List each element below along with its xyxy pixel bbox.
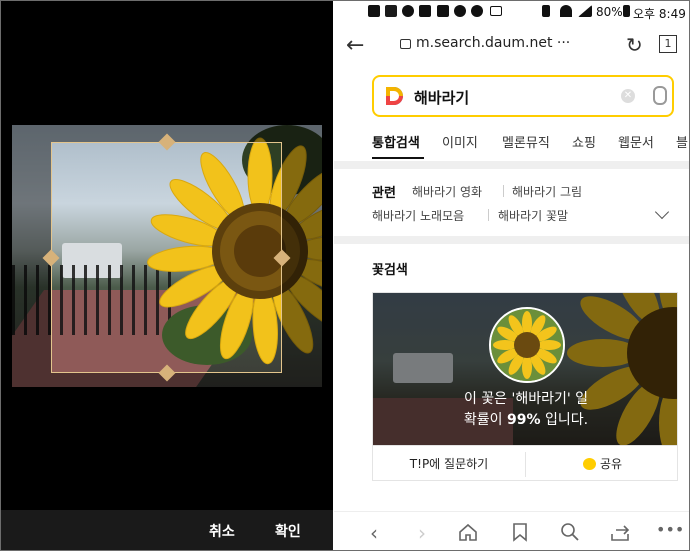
app-icon — [402, 5, 414, 17]
related-item[interactable]: 해바라기 꽃말 — [498, 207, 568, 224]
card-actions: T!P에 질문하기 공유 — [373, 445, 677, 480]
clock: 오후 8:49 — [633, 7, 686, 21]
app-icon — [454, 5, 466, 17]
url-text[interactable]: m.search.daum.net ··· — [416, 35, 570, 51]
lock-icon — [400, 39, 411, 49]
browser-panel: 80% 오후 8:49 ← m.search.daum.net ··· ↻ 1 … — [334, 1, 689, 550]
crop-action-bar: 취소 확인 — [1, 510, 333, 550]
result-percent: 99% — [507, 412, 541, 428]
tab-web-documents[interactable]: 웹문서 — [618, 132, 654, 151]
flower-search-title: 꽃검색 — [372, 263, 408, 278]
share-button[interactable]: 공유 — [526, 446, 677, 480]
search-icon[interactable] — [560, 522, 580, 542]
vibrate-icon — [542, 5, 550, 17]
app-icon — [437, 5, 449, 17]
wifi-icon — [560, 5, 572, 17]
result-prefix: 확률이 — [463, 412, 508, 428]
clear-icon[interactable]: ✕ — [621, 89, 635, 103]
related-divider — [488, 209, 489, 221]
flower-result-image: 이 꽃은 '해바라기' 일 확률이 99% 입니다. — [373, 293, 677, 445]
app-icon — [471, 5, 483, 17]
crop-frame[interactable] — [51, 142, 282, 373]
battery-icon — [623, 5, 630, 17]
refresh-icon[interactable]: ↻ — [626, 33, 643, 57]
tab-blog[interactable]: 블 — [676, 132, 688, 151]
result-suffix: 입니다. — [540, 412, 589, 428]
signal-icon — [578, 5, 592, 17]
mail-icon — [490, 6, 502, 16]
tabs-count-button[interactable]: 1 — [659, 35, 677, 53]
microphone-icon[interactable] — [653, 86, 667, 105]
ask-tip-button[interactable]: T!P에 질문하기 — [373, 446, 525, 480]
notification-icon — [368, 5, 380, 17]
flower-result-card: 이 꽃은 '해바라기' 일 확률이 99% 입니다. T!P에 질문하기 공유 — [372, 292, 678, 481]
youtube-icon — [419, 5, 431, 17]
section-divider — [334, 161, 689, 169]
status-bar: 80% 오후 8:49 — [334, 1, 689, 23]
search-box[interactable]: 해바라기 ✕ — [372, 75, 674, 117]
battery-percent: 80% — [596, 5, 623, 19]
related-searches: 관련 해바라기 영화 해바라기 그림 해바라기 노래모음 해바라기 꽃말 — [334, 171, 689, 235]
share-label: 공유 — [599, 457, 623, 471]
result-line-1: 이 꽃은 '해바라기' 일 — [463, 391, 589, 407]
related-divider — [503, 185, 504, 197]
tab-shopping[interactable]: 쇼핑 — [572, 132, 596, 151]
cancel-button[interactable]: 취소 — [209, 521, 235, 541]
facebook-icon — [385, 5, 397, 17]
back-arrow-icon[interactable]: ← — [346, 33, 364, 58]
nav-back-icon[interactable]: ‹ — [370, 521, 378, 545]
tab-melon-music[interactable]: 멜론뮤직 — [502, 132, 550, 151]
active-tab-indicator — [372, 157, 424, 159]
share-icon — [582, 458, 596, 470]
related-label: 관련 — [372, 186, 396, 201]
nav-forward-icon[interactable]: › — [418, 521, 426, 545]
tab-images[interactable]: 이미지 — [442, 132, 478, 151]
ask-tip-label: T!P에 질문하기 — [409, 457, 489, 471]
section-divider — [334, 236, 689, 244]
bookmark-icon[interactable] — [512, 522, 528, 542]
sunflower-thumbnail — [489, 307, 565, 383]
home-icon[interactable] — [458, 522, 478, 542]
chevron-down-icon[interactable] — [654, 204, 670, 220]
more-options-icon[interactable]: ••• — [656, 520, 684, 539]
confirm-button[interactable]: 확인 — [275, 521, 301, 541]
browser-bottom-nav: ‹ › ••• — [334, 511, 689, 550]
crop-editor-panel: 취소 확인 — [1, 1, 333, 550]
related-item[interactable]: 해바라기 노래모음 — [372, 207, 464, 224]
result-line-2: 확률이 99% 입니다. — [373, 409, 677, 429]
url-bar: ← m.search.daum.net ··· ↻ 1 — [334, 27, 689, 63]
tab-integrated[interactable]: 통합검색 — [372, 132, 420, 151]
related-item[interactable]: 해바라기 그림 — [512, 183, 582, 200]
daum-logo-icon — [386, 87, 403, 105]
search-input[interactable]: 해바라기 — [414, 87, 469, 108]
screenshot-frame: 취소 확인 80% 오후 8:49 ← m.search.daum.net ··… — [0, 0, 690, 551]
related-item[interactable]: 해바라기 영화 — [412, 183, 482, 200]
share-arrow-icon[interactable] — [610, 522, 632, 542]
